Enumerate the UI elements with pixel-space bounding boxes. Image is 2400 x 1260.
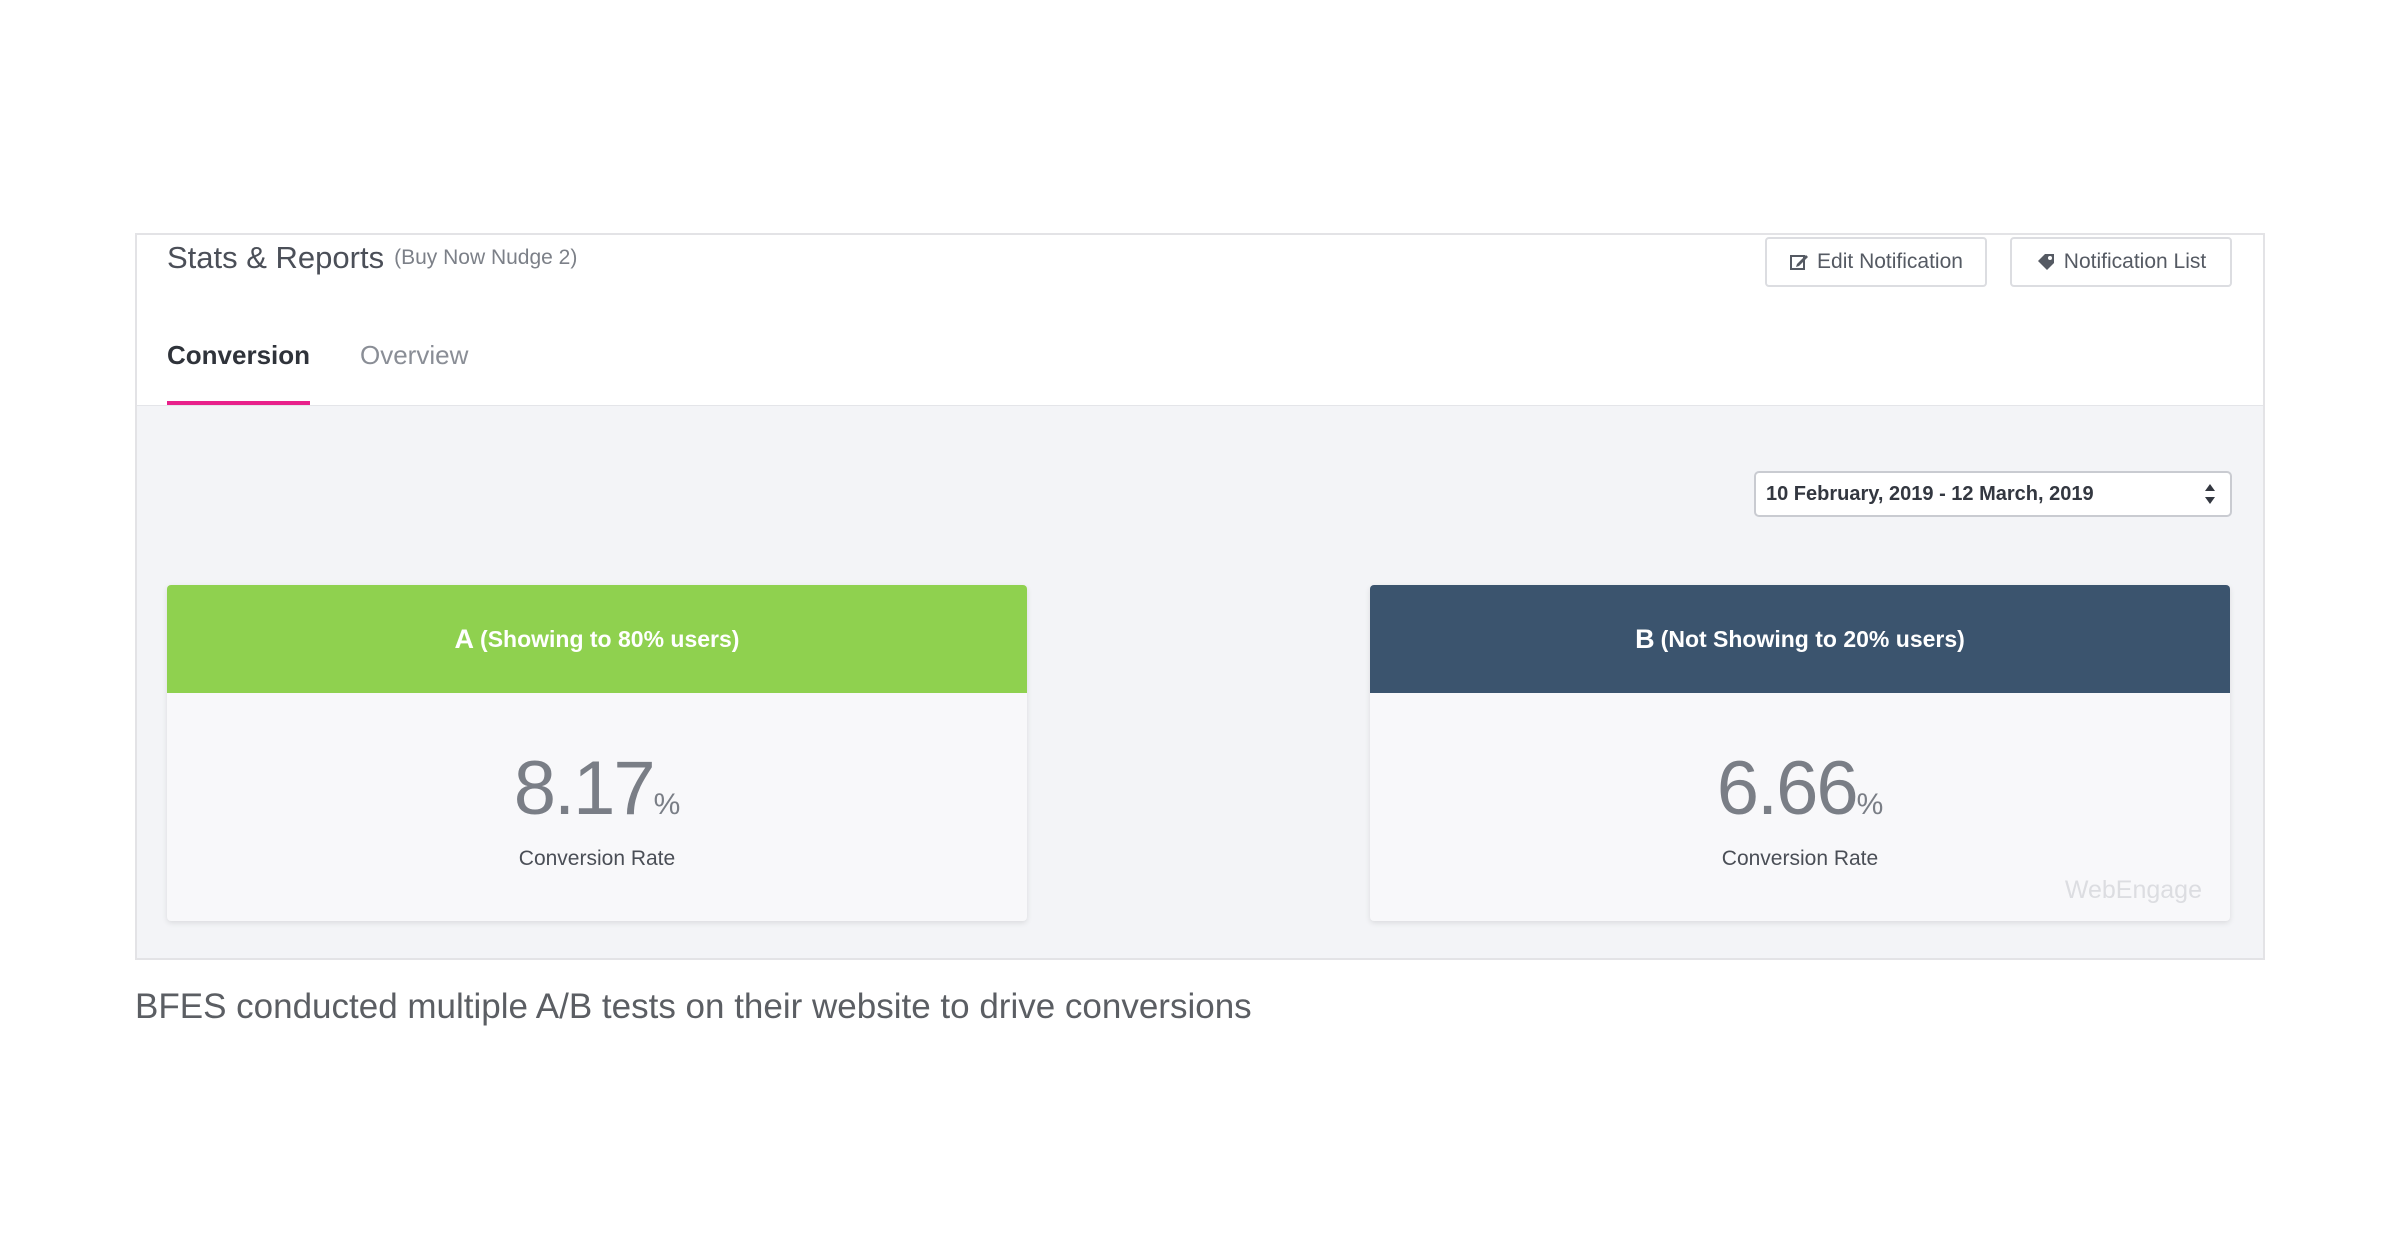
title-subtitle: (Buy Now Nudge 2) xyxy=(394,246,578,269)
variant-a-card: A (Showing to 80% users) 8.17% Conversio… xyxy=(167,585,1027,921)
variant-a-description: (Showing to 80% users) xyxy=(480,625,740,652)
variant-b-rate: 6.66% xyxy=(1370,745,2230,832)
title-main: Stats & Reports xyxy=(167,240,385,275)
variant-a-rate-unit: % xyxy=(653,788,681,821)
variant-a-rate-label: Conversion Rate xyxy=(518,847,676,870)
edit-notification-button[interactable]: Edit Notification xyxy=(1765,237,1987,287)
panel-header: Stats & Reports (Buy Now Nudge 2) Edit N… xyxy=(137,235,2263,306)
notification-list-button[interactable]: Notification List xyxy=(2010,237,2232,287)
variant-b-letter: B xyxy=(1635,623,1655,654)
date-range-value: 10 February, 2019 - 12 March, 2019 xyxy=(1766,482,2094,505)
variant-b-description: (Not Showing to 20% users) xyxy=(1660,625,1965,652)
figure-caption: BFES conducted multiple A/B tests on the… xyxy=(135,987,1252,1026)
variant-a-rate-value: 8.17 xyxy=(513,746,656,831)
variant-a-letter: A xyxy=(454,623,475,654)
stats-reports-panel: Stats & Reports (Buy Now Nudge 2) Edit N… xyxy=(135,233,2265,960)
report-tabs: Conversion Overview xyxy=(137,305,2263,406)
variant-b-header: B (Not Showing to 20% users) xyxy=(1370,585,2230,693)
variant-b-rate-label: Conversion Rate xyxy=(1721,847,1879,870)
sort-arrows-icon xyxy=(2204,482,2216,512)
page-title: Stats & Reports (Buy Now Nudge 2) xyxy=(167,235,577,281)
notification-list-label: Notification List xyxy=(2063,250,2207,273)
variant-b-rate-unit: % xyxy=(1856,788,1884,821)
tab-overview[interactable]: Overview xyxy=(360,305,468,405)
variant-b-card: B (Not Showing to 20% users) 6.66% Conve… xyxy=(1370,585,2230,921)
variant-a-header: A (Showing to 80% users) xyxy=(167,585,1027,693)
variant-b-rate-value: 6.66 xyxy=(1716,746,1859,831)
edit-icon xyxy=(1789,252,1809,272)
edit-notification-label: Edit Notification xyxy=(1817,250,1963,273)
variant-a-rate: 8.17% xyxy=(167,745,1027,832)
tab-conversion[interactable]: Conversion xyxy=(167,305,311,405)
webengage-watermark: WebEngage xyxy=(2064,876,2202,904)
tag-icon xyxy=(2036,252,2056,272)
date-range-select[interactable]: 10 February, 2019 - 12 March, 2019 xyxy=(1754,471,2232,517)
